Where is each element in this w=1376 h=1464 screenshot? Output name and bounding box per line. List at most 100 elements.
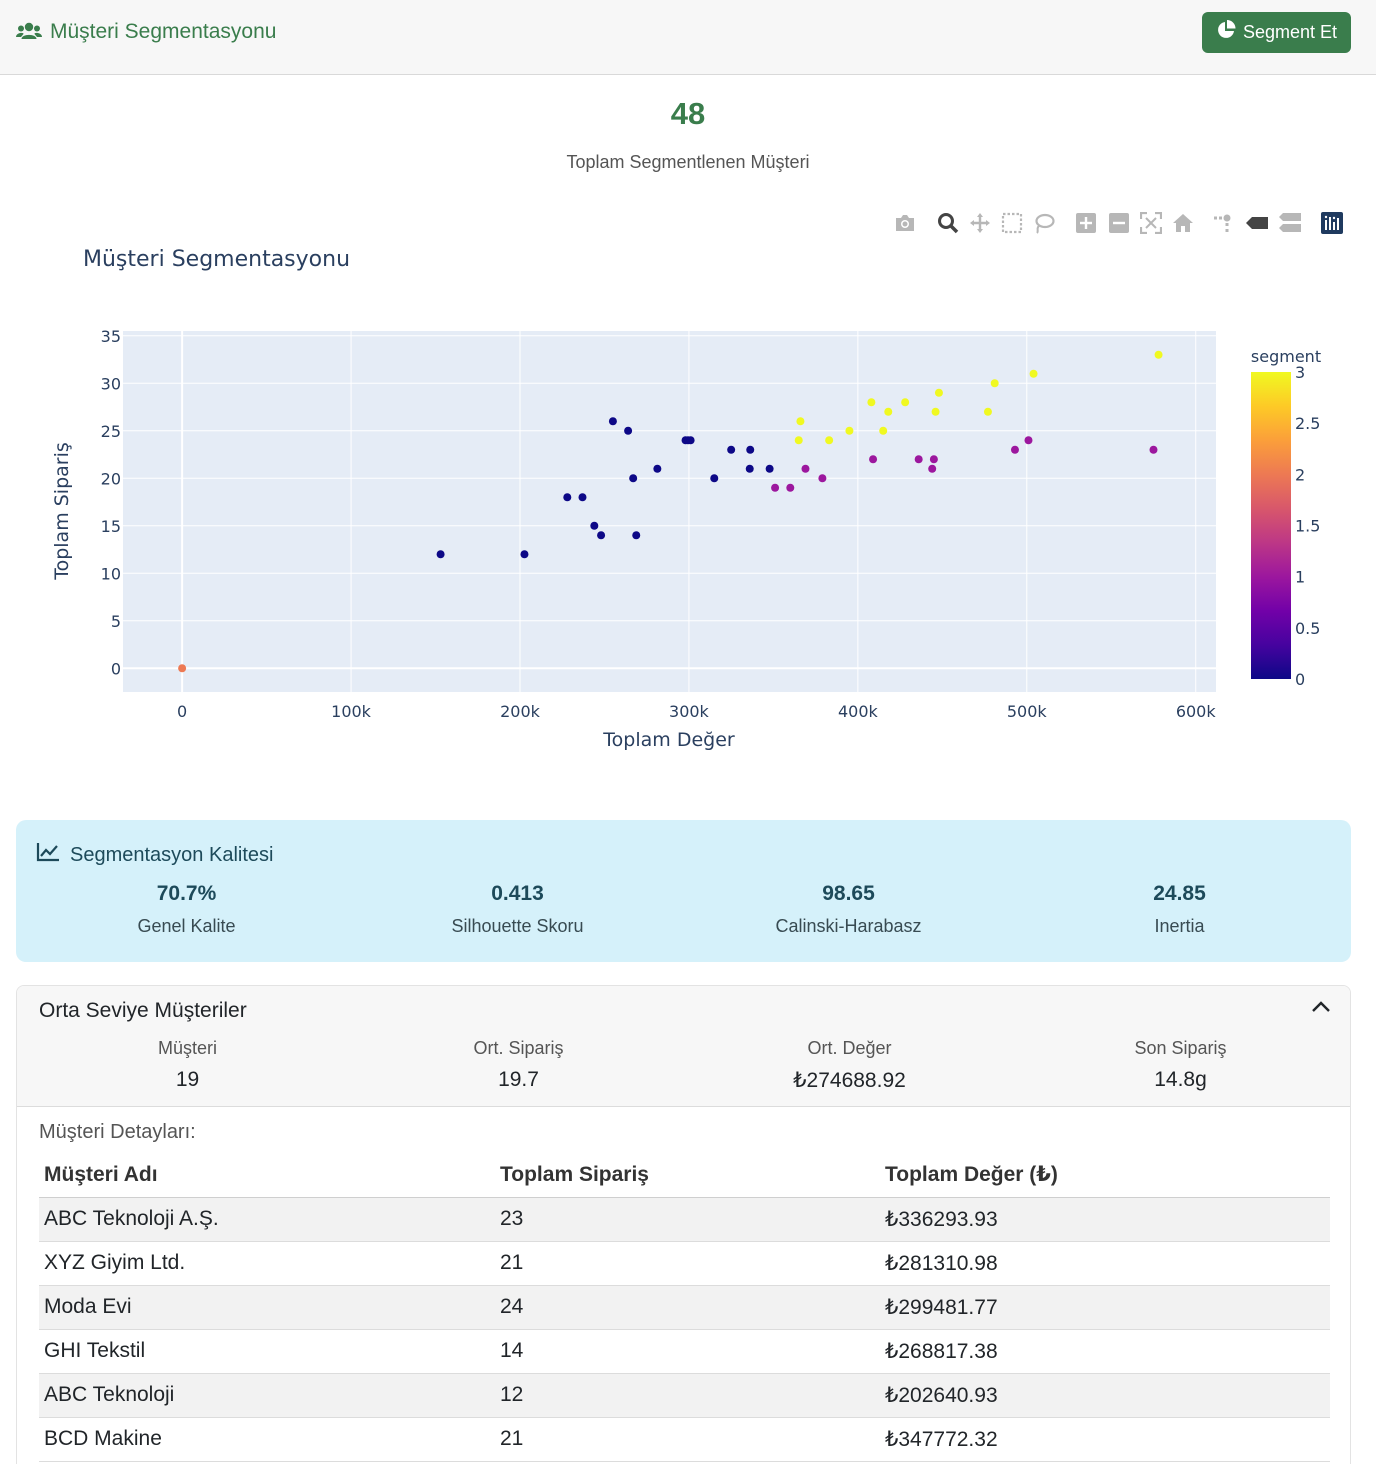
stat-avg-value: Ort. Değer ₺274688.92 <box>684 1038 1015 1093</box>
data-point[interactable] <box>884 407 893 416</box>
colorbar-title: segment <box>1251 347 1321 366</box>
data-point[interactable] <box>520 550 529 559</box>
autoscale-icon[interactable] <box>1139 210 1163 236</box>
pan-icon[interactable] <box>968 210 992 236</box>
zoom-icon[interactable] <box>936 210 960 236</box>
data-point[interactable] <box>608 417 617 426</box>
cell-total-orders: 24 <box>495 1285 880 1330</box>
box-select-icon[interactable] <box>1000 210 1024 236</box>
customer-details-label: Müşteri Detayları: <box>39 1121 196 1143</box>
data-point[interactable] <box>1024 436 1033 445</box>
data-point[interactable] <box>436 550 445 559</box>
data-point[interactable] <box>983 407 992 416</box>
data-point[interactable] <box>867 398 876 407</box>
table-row[interactable]: BCD Makine 21 ₺347772.32 <box>39 1417 1330 1462</box>
table-row[interactable]: ABC Teknoloji 12 ₺202640.93 <box>39 1373 1330 1418</box>
data-point[interactable] <box>632 531 641 540</box>
y-tick-label: 0 <box>111 659 121 678</box>
plotly-logo-icon[interactable] <box>1320 210 1344 236</box>
data-point[interactable] <box>901 398 910 407</box>
data-point[interactable] <box>624 426 633 435</box>
data-point[interactable] <box>825 436 834 445</box>
data-point[interactable] <box>818 474 827 483</box>
data-point[interactable] <box>786 483 795 492</box>
cell-total-value: ₺336293.93 <box>880 1197 1330 1242</box>
hover-compare-icon[interactable] <box>1278 210 1302 236</box>
y-tick-label: 30 <box>101 374 121 393</box>
stat-value: 14.8g <box>1154 1068 1207 1091</box>
segment-card-header[interactable]: Orta Seviye Müşteriler Müşteri 19 Ort. S… <box>17 986 1350 1107</box>
data-point[interactable] <box>796 417 805 426</box>
cell-total-orders: 23 <box>495 1197 880 1242</box>
x-tick-label: 500k <box>1007 702 1048 721</box>
data-point[interactable] <box>686 436 695 445</box>
data-point[interactable] <box>746 445 755 454</box>
header-customer-name[interactable]: Müşteri Adı <box>39 1153 495 1198</box>
lasso-select-icon[interactable] <box>1032 210 1056 236</box>
data-point[interactable] <box>990 379 999 388</box>
data-point[interactable] <box>869 455 878 464</box>
data-point[interactable] <box>914 455 923 464</box>
hover-closest-icon[interactable] <box>1245 210 1269 236</box>
data-point[interactable] <box>727 445 736 454</box>
data-point[interactable] <box>563 493 572 502</box>
y-tick-label: 35 <box>101 327 121 346</box>
colorbar-tick-label: 1.5 <box>1295 517 1320 536</box>
data-point[interactable] <box>929 455 938 464</box>
zoom-in-icon[interactable] <box>1074 210 1098 236</box>
reset-axes-icon[interactable] <box>1171 210 1195 236</box>
y-tick-label: 15 <box>101 517 121 536</box>
data-point[interactable] <box>597 531 606 540</box>
data-point[interactable] <box>931 407 940 416</box>
quality-title: Segmentasyon Kalitesi <box>70 843 274 866</box>
metric-label: Silhouette Skoru <box>451 916 584 936</box>
data-point[interactable] <box>629 474 638 483</box>
zoom-out-icon[interactable] <box>1107 210 1131 236</box>
data-point[interactable] <box>1010 445 1019 454</box>
camera-icon[interactable] <box>893 210 917 236</box>
data-point[interactable] <box>710 474 719 483</box>
data-point[interactable] <box>1029 369 1038 378</box>
data-point[interactable] <box>1154 350 1163 359</box>
colorbar-tick-label: 2 <box>1295 465 1305 484</box>
table-row[interactable]: XYZ Giyim Ltd. 21 ₺281310.98 <box>39 1241 1330 1286</box>
data-point[interactable] <box>590 521 599 530</box>
data-point[interactable] <box>178 664 187 673</box>
data-point[interactable] <box>771 483 780 492</box>
data-point[interactable] <box>653 464 662 473</box>
metric-label: Inertia <box>1154 916 1205 936</box>
chevron-up-icon[interactable] <box>1309 998 1333 1021</box>
cell-customer-name: ABC Teknoloji <box>39 1373 495 1418</box>
data-point[interactable] <box>794 436 803 445</box>
data-point[interactable] <box>934 388 943 397</box>
cell-total-orders: 12 <box>495 1373 880 1418</box>
table-row[interactable]: ABC Teknoloji A.Ş. 23 ₺336293.93 <box>39 1197 1330 1242</box>
stat-value: 19.7 <box>498 1068 539 1091</box>
data-point[interactable] <box>765 464 774 473</box>
spike-lines-icon[interactable] <box>1211 210 1235 236</box>
table-row[interactable]: Moda Evi 24 ₺299481.77 <box>39 1285 1330 1330</box>
table-header-row: Müşteri Adı Toplam Sipariş Toplam Değer … <box>39 1153 1330 1198</box>
segmentation-scatter-chart[interactable]: Müşteri Segmentasyonu 0 100k 200k 300k 400k 5… <box>0 236 1376 776</box>
y-tick-label: 25 <box>101 422 121 441</box>
cell-customer-name: ABC Teknoloji A.Ş. <box>39 1197 495 1242</box>
table-row[interactable]: GHI Tekstil 14 ₺268817.38 <box>39 1329 1330 1374</box>
cell-total-value: ₺202640.93 <box>880 1373 1330 1418</box>
header-total-orders[interactable]: Toplam Sipariş <box>495 1153 880 1198</box>
customer-table: Müşteri Adı Toplam Sipariş Toplam Değer … <box>39 1153 1330 1462</box>
data-point[interactable] <box>578 493 587 502</box>
metric-value: 70.7% <box>156 882 217 905</box>
data-point[interactable] <box>1149 445 1158 454</box>
data-point[interactable] <box>845 426 854 435</box>
header-total-value[interactable]: Toplam Değer (₺) <box>880 1153 1330 1198</box>
data-point[interactable] <box>801 464 810 473</box>
data-point[interactable] <box>745 464 754 473</box>
data-point[interactable] <box>928 464 937 473</box>
app-brand[interactable]: Müşteri Segmentasyonu <box>16 20 276 44</box>
x-tick-label: 300k <box>669 702 710 721</box>
y-tick-label: 10 <box>101 564 121 583</box>
x-tick-label: 200k <box>500 702 541 721</box>
data-point[interactable] <box>879 426 888 435</box>
segment-button[interactable]: Segment Et <box>1202 12 1351 53</box>
plot-area[interactable] <box>123 331 1216 692</box>
